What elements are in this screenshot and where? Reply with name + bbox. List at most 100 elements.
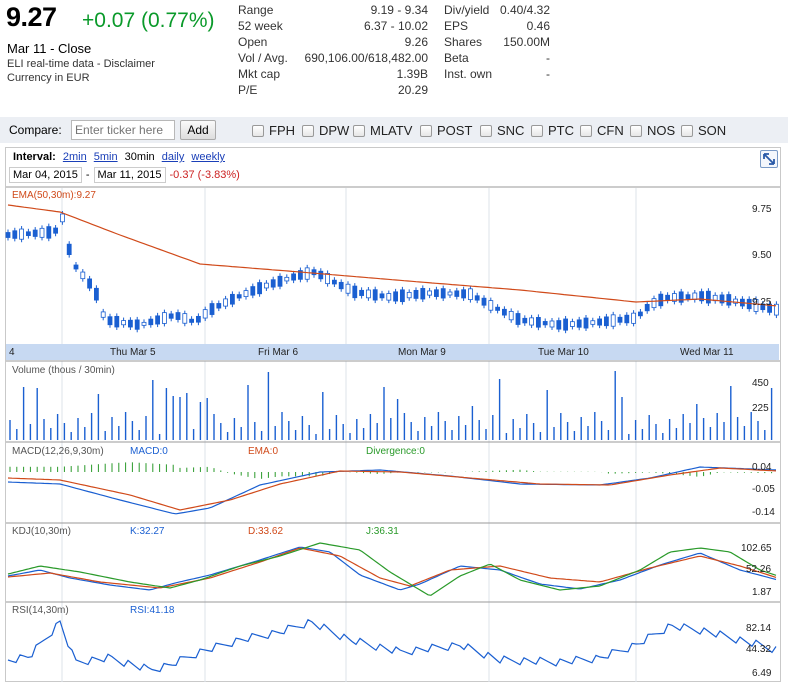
candle-body: [345, 283, 351, 294]
candle-body: [39, 227, 45, 238]
candle-body: [25, 231, 31, 236]
candle-body: [433, 289, 439, 297]
candle-body: [46, 226, 52, 239]
candle-body: [359, 289, 365, 296]
candle-body: [223, 298, 229, 307]
y-tick: 9.25: [752, 297, 772, 308]
candle-body: [209, 303, 215, 315]
macd-line: [7, 466, 777, 515]
candle-body: [440, 288, 446, 299]
candle-body: [685, 294, 691, 300]
candle-body: [66, 243, 72, 255]
candle-body: [488, 300, 494, 311]
candle-body: [53, 227, 58, 234]
kdj-d-line: [7, 547, 777, 589]
candle-body: [583, 317, 589, 329]
candle-body: [644, 303, 650, 312]
macd-value: MACD:0: [130, 446, 168, 457]
candle-body: [134, 319, 140, 330]
candle-body: [467, 288, 473, 301]
candle-body: [604, 316, 609, 327]
candle-body: [291, 273, 297, 281]
candle-body: [304, 267, 310, 280]
candle-body: [257, 282, 263, 295]
candle-body: [5, 232, 11, 238]
candle-body: [420, 288, 426, 300]
candle-body: [508, 310, 514, 321]
price-candles: [5, 211, 779, 334]
candle-body: [195, 315, 201, 323]
candle-body: [331, 279, 337, 285]
candle-body: [413, 289, 419, 299]
candle-body: [141, 321, 147, 326]
candle-body: [529, 317, 534, 326]
candle-body: [114, 315, 120, 328]
candle-body: [236, 294, 242, 299]
x-label: Thu Mar 5: [110, 347, 156, 358]
candle-body: [270, 279, 276, 288]
candle-body: [87, 278, 92, 289]
candle-body: [447, 291, 453, 296]
y-tick: 52.26: [746, 564, 772, 575]
candle-body: [284, 276, 290, 282]
y-tick: 82.14: [746, 623, 772, 634]
candle-body: [624, 314, 630, 324]
macd-ema-value: EMA:0: [248, 446, 279, 457]
candle-body: [243, 290, 249, 298]
candle-body: [556, 320, 562, 330]
candle-body: [399, 289, 405, 303]
candle-body: [365, 289, 371, 299]
candle-body: [481, 297, 487, 306]
candle-body: [522, 317, 528, 324]
candle-body: [277, 275, 283, 287]
candle-body: [515, 313, 521, 325]
candle-body: [94, 287, 99, 301]
kdj-j-value: J:36.31: [366, 526, 399, 537]
candle-body: [617, 316, 623, 323]
candle-body: [549, 320, 555, 328]
chart-canvas[interactable]: [0, 0, 788, 682]
y-tick: 450: [752, 378, 769, 389]
candle-body: [536, 316, 541, 328]
y-tick: -0.05: [752, 484, 775, 495]
candle-body: [542, 321, 548, 326]
macd-divergence-value: Divergence:0: [366, 446, 425, 457]
x-label: Wed Mar 11: [680, 347, 734, 358]
x-label: Mon Mar 9: [398, 347, 446, 358]
candle-body: [454, 290, 460, 297]
volume-legend: Volume (thous / 30min): [12, 365, 115, 376]
candle-body: [100, 311, 106, 318]
y-tick: 9.50: [752, 250, 772, 261]
candle-body: [338, 281, 344, 290]
candle-body: [393, 291, 399, 302]
candle-body: [726, 294, 732, 306]
candle-body: [121, 320, 126, 326]
x-label: Fri Mar 6: [258, 347, 298, 358]
candle-body: [202, 309, 208, 319]
rsi-legend: RSI(14,30m): [12, 605, 69, 616]
candle-body: [501, 308, 507, 316]
candle-body: [263, 282, 269, 289]
kdj-k-line: [7, 546, 777, 591]
candle-body: [379, 293, 385, 299]
candle-body: [161, 312, 167, 324]
kdj-d-value: D:33.62: [248, 526, 284, 537]
kdj-k-value: K:32.27: [130, 526, 165, 537]
y-tick: 225: [752, 403, 769, 414]
candle-body: [216, 303, 222, 309]
candle-body: [461, 289, 467, 299]
x-label: 4: [9, 347, 15, 358]
candle-body: [665, 294, 670, 301]
candle-body: [597, 318, 602, 326]
candle-body: [590, 320, 596, 325]
rsi-value: RSI:41.18: [130, 605, 175, 616]
rsi-line: [7, 618, 777, 673]
ema-legend: EMA(50,30m):9.27: [12, 190, 96, 201]
candle-body: [638, 311, 643, 317]
candle-body: [80, 271, 86, 280]
candle-body: [372, 289, 378, 301]
candle-body: [250, 286, 256, 296]
y-tick: 0.04: [752, 462, 772, 473]
candle-body: [576, 319, 582, 328]
candle-body: [19, 228, 25, 240]
